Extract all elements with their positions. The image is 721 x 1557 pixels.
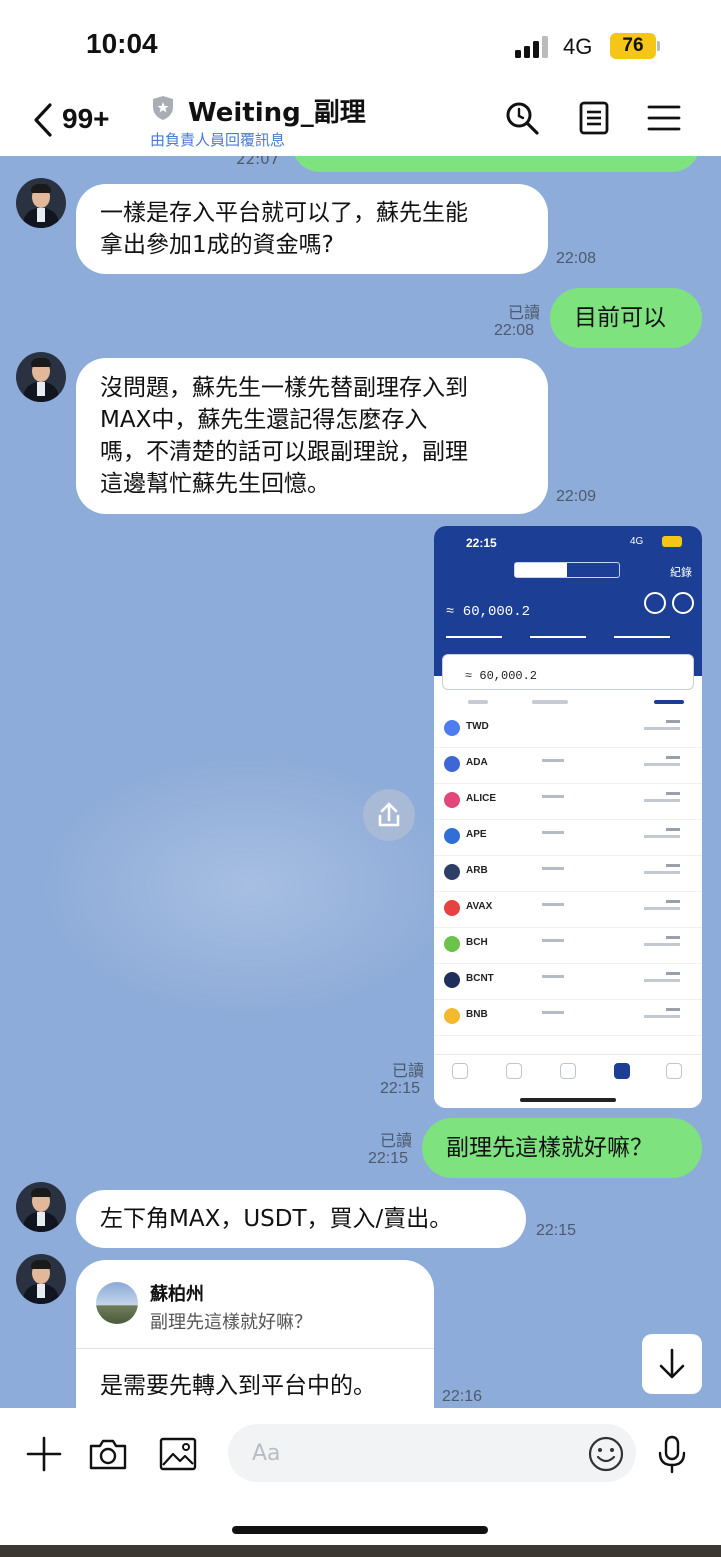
hamburger-menu-icon[interactable] bbox=[646, 100, 682, 136]
message-time: 22:15 bbox=[380, 1080, 421, 1097]
message-text: 沒問題，蘇先生一樣先替副理存入到 MAX中，蘇先生還記得怎麼存入 嗎，不清楚的話… bbox=[100, 375, 468, 497]
signal-icon bbox=[515, 36, 548, 58]
image-asset-row: ARB bbox=[434, 856, 702, 892]
avatar[interactable] bbox=[16, 352, 66, 402]
image-asset-symbol: ADA bbox=[466, 757, 488, 768]
image-icon[interactable] bbox=[158, 1434, 198, 1474]
previous-message-bubble[interactable] bbox=[292, 156, 700, 172]
reply-message-bubble[interactable]: 蘇柏州 副理先這樣就好嘛？ 是需要先轉入到平台中的。 bbox=[76, 1260, 434, 1408]
read-receipt: 已讀 bbox=[507, 303, 540, 322]
coin-icon bbox=[444, 828, 460, 844]
incoming-message-bubble[interactable]: 一樣是存入平台就可以了，蘇先生能 拿出參加1成的資金嗎? bbox=[76, 184, 548, 274]
incoming-message-bubble[interactable]: 沒問題，蘇先生一樣先替副理存入到 MAX中，蘇先生還記得怎麼存入 嗎，不清楚的話… bbox=[76, 358, 548, 514]
quoted-user-avatar bbox=[96, 1282, 138, 1324]
image-network: 4G bbox=[630, 536, 644, 547]
message-time: 22:08 bbox=[494, 322, 535, 339]
message-time: 22:16 bbox=[442, 1388, 483, 1405]
quoted-user-name: 蘇柏州 bbox=[150, 1284, 204, 1305]
image-asset-symbol: ARB bbox=[466, 865, 488, 876]
message-input[interactable] bbox=[228, 1424, 636, 1482]
read-receipt: 已讀 bbox=[391, 1061, 424, 1080]
avatar[interactable] bbox=[16, 1254, 66, 1304]
notes-icon[interactable] bbox=[576, 100, 612, 136]
image-battery-icon bbox=[662, 536, 682, 547]
message-text: 是需要先轉入到平台中的。 bbox=[100, 1373, 376, 1399]
image-asset-symbol: BNB bbox=[466, 1009, 488, 1020]
chat-title[interactable]: Weiting_副理 bbox=[188, 92, 366, 129]
avatar[interactable] bbox=[16, 178, 66, 228]
image-toggle bbox=[514, 562, 620, 578]
image-asset-row: ADA bbox=[434, 748, 702, 784]
outgoing-message-bubble[interactable]: 副理先這樣就好嘛？ bbox=[422, 1118, 702, 1178]
image-asset-symbol: BCH bbox=[466, 937, 488, 948]
emoji-icon[interactable] bbox=[586, 1434, 626, 1474]
chat-screen: 10:04 4G 76 99+ Weiting_副理 由負責人員回覆訊息 22:… bbox=[0, 0, 721, 1557]
image-asset-row: APE bbox=[434, 820, 702, 856]
shared-image-message[interactable]: 22:15 4G 紀錄 ≈ 60,000.2 ≈ 60,000.2 TWD ADA… bbox=[434, 526, 702, 1108]
microphone-icon[interactable] bbox=[652, 1434, 692, 1474]
message-text: 副理先這樣就好嘛？ bbox=[446, 1135, 653, 1161]
incoming-message-bubble[interactable]: 左下角MAX，USDT，買入/賣出。 bbox=[76, 1190, 526, 1248]
message-text: 目前可以 bbox=[574, 305, 666, 331]
message-time: 22:07 bbox=[236, 156, 280, 168]
image-asset-symbol: APE bbox=[466, 829, 487, 840]
image-asset-symbol: BCNT bbox=[466, 973, 494, 984]
camera-icon[interactable] bbox=[88, 1434, 128, 1474]
image-balance-box-value: ≈ 60,000.2 bbox=[465, 669, 538, 683]
message-list[interactable]: 22:07 一樣是存入平台就可以了，蘇先生能 拿出參加1成的資金嗎? 22:08… bbox=[0, 156, 721, 1408]
coin-icon bbox=[444, 900, 460, 916]
coin-icon bbox=[444, 792, 460, 808]
coin-icon bbox=[444, 864, 460, 880]
image-asset-symbol: AVAX bbox=[466, 901, 493, 912]
image-record-label: 紀錄 bbox=[670, 566, 692, 579]
coin-icon bbox=[444, 720, 460, 736]
battery-icon: 76 bbox=[610, 33, 660, 59]
chat-subtitle: 由負責人員回覆訊息 bbox=[150, 131, 286, 149]
unread-count[interactable]: 99+ bbox=[62, 103, 110, 135]
plus-icon[interactable] bbox=[24, 1434, 64, 1474]
outgoing-message-bubble[interactable]: 目前可以 bbox=[550, 288, 702, 348]
image-asset-symbol: TWD bbox=[466, 721, 489, 732]
avatar[interactable] bbox=[16, 1182, 66, 1232]
shield-star-icon bbox=[153, 96, 173, 120]
image-asset-row: BNB bbox=[434, 1000, 702, 1036]
image-status-time: 22:15 bbox=[466, 536, 497, 550]
image-asset-row: TWD bbox=[434, 712, 702, 748]
search-icon[interactable] bbox=[504, 100, 540, 136]
message-time: 22:09 bbox=[556, 488, 597, 505]
image-circle-icon bbox=[672, 592, 694, 614]
image-asset-row: BCNT bbox=[434, 964, 702, 1000]
scroll-to-bottom-button[interactable] bbox=[642, 1334, 702, 1394]
message-time: 22:08 bbox=[556, 250, 597, 267]
message-input-bar bbox=[0, 1408, 721, 1545]
share-icon bbox=[378, 802, 400, 827]
image-asset-row: BCH bbox=[434, 928, 702, 964]
coin-icon bbox=[444, 756, 460, 772]
message-text: 左下角MAX，USDT，買入/賣出。 bbox=[100, 1206, 453, 1232]
message-time: 22:15 bbox=[368, 1150, 409, 1167]
chevron-left-icon[interactable] bbox=[32, 102, 54, 138]
image-balance-box: ≈ 60,000.2 bbox=[442, 654, 694, 690]
coin-icon bbox=[444, 936, 460, 952]
message-text: 一樣是存入平台就可以了，蘇先生能 拿出參加1成的資金嗎? bbox=[100, 200, 468, 258]
image-circle-icon bbox=[644, 592, 666, 614]
network-type: 4G bbox=[563, 34, 593, 59]
message-time: 22:15 bbox=[536, 1222, 577, 1239]
image-balance: ≈ 60,000.2 bbox=[446, 604, 531, 620]
share-button[interactable] bbox=[363, 789, 415, 841]
coin-icon bbox=[444, 972, 460, 988]
quoted-text: 副理先這樣就好嘛？ bbox=[150, 1312, 312, 1333]
read-receipt: 已讀 bbox=[379, 1131, 412, 1150]
arrow-down-icon bbox=[659, 1348, 685, 1379]
home-indicator bbox=[232, 1526, 488, 1534]
image-asset-row: AVAX bbox=[434, 892, 702, 928]
coin-icon bbox=[444, 1008, 460, 1024]
image-asset-row: ALICE bbox=[434, 784, 702, 820]
battery-level: 76 bbox=[622, 35, 644, 56]
image-asset-symbol: ALICE bbox=[466, 793, 496, 804]
status-time: 10:04 bbox=[86, 28, 158, 59]
